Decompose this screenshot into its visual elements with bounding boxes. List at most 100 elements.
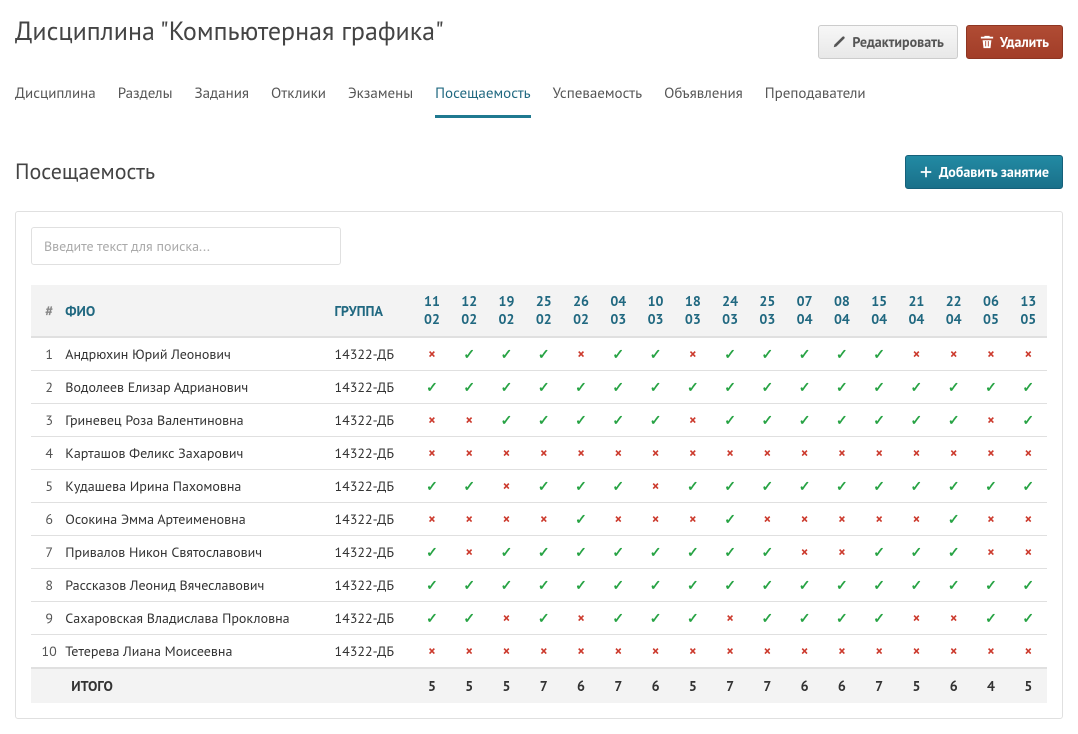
check-icon[interactable]: ✓ bbox=[525, 470, 562, 503]
col-date-15[interactable]: 06 05 bbox=[972, 285, 1009, 337]
cross-icon[interactable]: × bbox=[562, 337, 599, 371]
check-icon[interactable]: ✓ bbox=[861, 602, 898, 635]
check-icon[interactable]: ✓ bbox=[637, 371, 674, 404]
cross-icon[interactable]: × bbox=[861, 503, 898, 536]
cross-icon[interactable]: × bbox=[1010, 635, 1047, 669]
check-icon[interactable]: ✓ bbox=[898, 470, 935, 503]
cross-icon[interactable]: × bbox=[972, 635, 1009, 669]
cross-icon[interactable]: × bbox=[637, 470, 674, 503]
check-icon[interactable]: ✓ bbox=[600, 602, 637, 635]
check-icon[interactable]: ✓ bbox=[488, 536, 525, 569]
check-icon[interactable]: ✓ bbox=[935, 536, 972, 569]
check-icon[interactable]: ✓ bbox=[861, 337, 898, 371]
col-date-5[interactable]: 04 03 bbox=[600, 285, 637, 337]
check-icon[interactable]: ✓ bbox=[935, 404, 972, 437]
cross-icon[interactable]: × bbox=[786, 635, 823, 669]
cross-icon[interactable]: × bbox=[488, 503, 525, 536]
cross-icon[interactable]: × bbox=[823, 536, 860, 569]
check-icon[interactable]: ✓ bbox=[823, 569, 860, 602]
cross-icon[interactable]: × bbox=[674, 404, 711, 437]
check-icon[interactable]: ✓ bbox=[898, 569, 935, 602]
cross-icon[interactable]: × bbox=[637, 503, 674, 536]
cross-icon[interactable]: × bbox=[749, 503, 786, 536]
check-icon[interactable]: ✓ bbox=[935, 503, 972, 536]
cross-icon[interactable]: × bbox=[600, 503, 637, 536]
cross-icon[interactable]: × bbox=[898, 437, 935, 470]
check-icon[interactable]: ✓ bbox=[674, 371, 711, 404]
cross-icon[interactable]: × bbox=[562, 602, 599, 635]
check-icon[interactable]: ✓ bbox=[1010, 404, 1047, 437]
check-icon[interactable]: ✓ bbox=[600, 470, 637, 503]
add-lesson-button[interactable]: Добавить занятие bbox=[905, 155, 1063, 189]
cross-icon[interactable]: × bbox=[451, 635, 488, 669]
check-icon[interactable]: ✓ bbox=[637, 536, 674, 569]
tab-3[interactable]: Отклики bbox=[271, 78, 326, 118]
check-icon[interactable]: ✓ bbox=[786, 337, 823, 371]
check-icon[interactable]: ✓ bbox=[711, 503, 748, 536]
cross-icon[interactable]: × bbox=[674, 337, 711, 371]
cross-icon[interactable]: × bbox=[1010, 437, 1047, 470]
cross-icon[interactable]: × bbox=[972, 404, 1009, 437]
delete-button[interactable]: Удалить bbox=[966, 25, 1063, 59]
check-icon[interactable]: ✓ bbox=[898, 404, 935, 437]
check-icon[interactable]: ✓ bbox=[562, 470, 599, 503]
cross-icon[interactable]: × bbox=[861, 635, 898, 669]
cross-icon[interactable]: × bbox=[600, 635, 637, 669]
cross-icon[interactable]: × bbox=[451, 503, 488, 536]
check-icon[interactable]: ✓ bbox=[451, 602, 488, 635]
cross-icon[interactable]: × bbox=[935, 635, 972, 669]
check-icon[interactable]: ✓ bbox=[525, 569, 562, 602]
check-icon[interactable]: ✓ bbox=[1010, 569, 1047, 602]
cross-icon[interactable]: × bbox=[786, 503, 823, 536]
check-icon[interactable]: ✓ bbox=[674, 602, 711, 635]
check-icon[interactable]: ✓ bbox=[861, 404, 898, 437]
check-icon[interactable]: ✓ bbox=[451, 337, 488, 371]
check-icon[interactable]: ✓ bbox=[711, 337, 748, 371]
check-icon[interactable]: ✓ bbox=[823, 371, 860, 404]
check-icon[interactable]: ✓ bbox=[1010, 602, 1047, 635]
check-icon[interactable]: ✓ bbox=[898, 536, 935, 569]
check-icon[interactable]: ✓ bbox=[674, 569, 711, 602]
col-date-12[interactable]: 15 04 bbox=[861, 285, 898, 337]
tab-4[interactable]: Экзамены bbox=[348, 78, 413, 118]
check-icon[interactable]: ✓ bbox=[600, 404, 637, 437]
check-icon[interactable]: ✓ bbox=[786, 371, 823, 404]
cross-icon[interactable]: × bbox=[898, 602, 935, 635]
col-date-11[interactable]: 08 04 bbox=[823, 285, 860, 337]
check-icon[interactable]: ✓ bbox=[972, 602, 1009, 635]
check-icon[interactable]: ✓ bbox=[711, 371, 748, 404]
cross-icon[interactable]: × bbox=[413, 437, 450, 470]
search-input[interactable] bbox=[31, 227, 341, 265]
cross-icon[interactable]: × bbox=[413, 404, 450, 437]
cross-icon[interactable]: × bbox=[600, 437, 637, 470]
cross-icon[interactable]: × bbox=[525, 437, 562, 470]
col-date-7[interactable]: 18 03 bbox=[674, 285, 711, 337]
check-icon[interactable]: ✓ bbox=[711, 470, 748, 503]
check-icon[interactable]: ✓ bbox=[749, 602, 786, 635]
check-icon[interactable]: ✓ bbox=[786, 602, 823, 635]
cross-icon[interactable]: × bbox=[562, 635, 599, 669]
col-date-0[interactable]: 11 02 bbox=[413, 285, 450, 337]
check-icon[interactable]: ✓ bbox=[823, 404, 860, 437]
check-icon[interactable]: ✓ bbox=[525, 404, 562, 437]
check-icon[interactable]: ✓ bbox=[674, 470, 711, 503]
check-icon[interactable]: ✓ bbox=[525, 337, 562, 371]
cross-icon[interactable]: × bbox=[674, 635, 711, 669]
cross-icon[interactable]: × bbox=[898, 635, 935, 669]
cross-icon[interactable]: × bbox=[823, 635, 860, 669]
col-date-8[interactable]: 24 03 bbox=[711, 285, 748, 337]
check-icon[interactable]: ✓ bbox=[562, 371, 599, 404]
cross-icon[interactable]: × bbox=[1010, 503, 1047, 536]
cross-icon[interactable]: × bbox=[935, 337, 972, 371]
check-icon[interactable]: ✓ bbox=[823, 337, 860, 371]
col-group[interactable]: ГРУППА bbox=[331, 285, 414, 337]
check-icon[interactable]: ✓ bbox=[413, 470, 450, 503]
check-icon[interactable]: ✓ bbox=[488, 371, 525, 404]
col-date-3[interactable]: 25 02 bbox=[525, 285, 562, 337]
check-icon[interactable]: ✓ bbox=[488, 337, 525, 371]
check-icon[interactable]: ✓ bbox=[637, 569, 674, 602]
check-icon[interactable]: ✓ bbox=[823, 602, 860, 635]
check-icon[interactable]: ✓ bbox=[861, 470, 898, 503]
cross-icon[interactable]: × bbox=[786, 536, 823, 569]
cross-icon[interactable]: × bbox=[562, 437, 599, 470]
